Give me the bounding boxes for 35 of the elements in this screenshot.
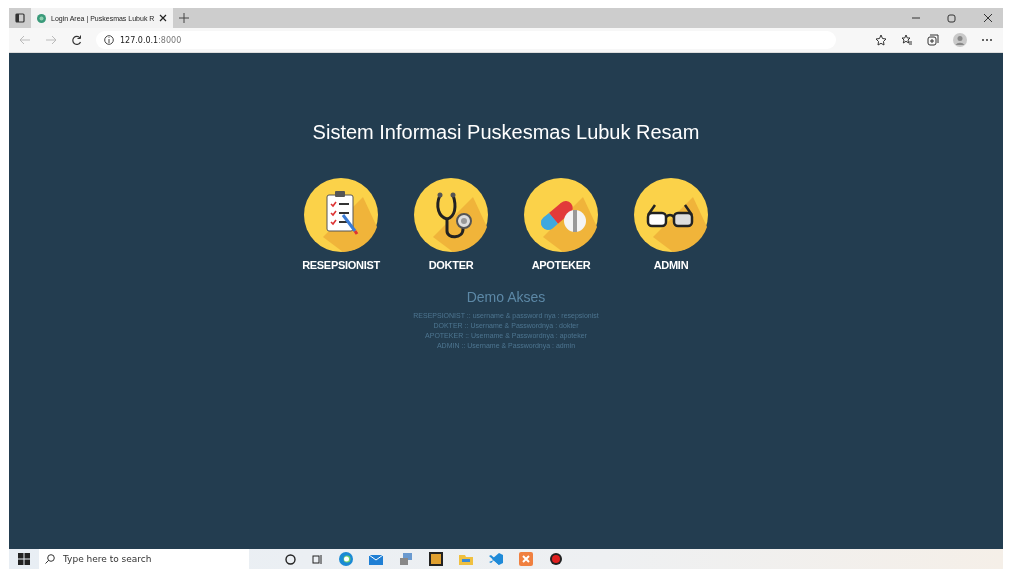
role-button[interactable]: RESEPSIONIST	[303, 177, 379, 271]
edge-icon[interactable]	[339, 552, 353, 566]
page-title: Sistem Informasi Puskesmas Lubuk Resam	[312, 121, 700, 144]
windows-start-icon[interactable]	[18, 553, 30, 565]
taskbar-search-field[interactable]: Type here to search	[39, 549, 249, 569]
task-view-icon[interactable]	[312, 553, 323, 565]
role-button[interactable]: ADMIN	[633, 177, 709, 271]
address-field[interactable]: 127.0.0.1:8000	[96, 31, 836, 49]
tab-actions-icon[interactable]	[15, 13, 25, 23]
globe-icon	[37, 13, 46, 23]
star-icon[interactable]	[875, 34, 887, 46]
url-text: 127.0.0.1:8000	[120, 35, 182, 45]
role-button[interactable]: DOKTER	[413, 177, 489, 271]
role-clipboard-icon	[303, 177, 379, 253]
app-icon[interactable]	[399, 552, 413, 566]
more-icon[interactable]	[981, 38, 993, 42]
app-icon[interactable]	[429, 552, 443, 566]
profile-icon[interactable]	[953, 33, 967, 47]
close-icon[interactable]	[159, 14, 168, 22]
new-tab-icon[interactable]	[179, 13, 190, 23]
record-icon[interactable]	[549, 552, 563, 566]
role-glasses-icon	[633, 177, 709, 253]
cortana-icon[interactable]	[285, 553, 296, 565]
search-icon	[45, 554, 55, 564]
refresh-icon[interactable]	[71, 34, 82, 46]
info-icon[interactable]	[104, 35, 114, 45]
folder-icon[interactable]	[459, 553, 473, 565]
role-stethoscope-icon	[413, 177, 489, 253]
demo-heading: Demo Akses	[466, 289, 546, 305]
mail-icon[interactable]	[369, 553, 383, 565]
role-button[interactable]: APOTEKER	[523, 177, 599, 271]
role-pills-icon	[523, 177, 599, 253]
favorites-icon[interactable]	[901, 34, 913, 46]
collections-icon[interactable]	[927, 34, 939, 46]
code-editor-icon[interactable]	[489, 552, 503, 566]
